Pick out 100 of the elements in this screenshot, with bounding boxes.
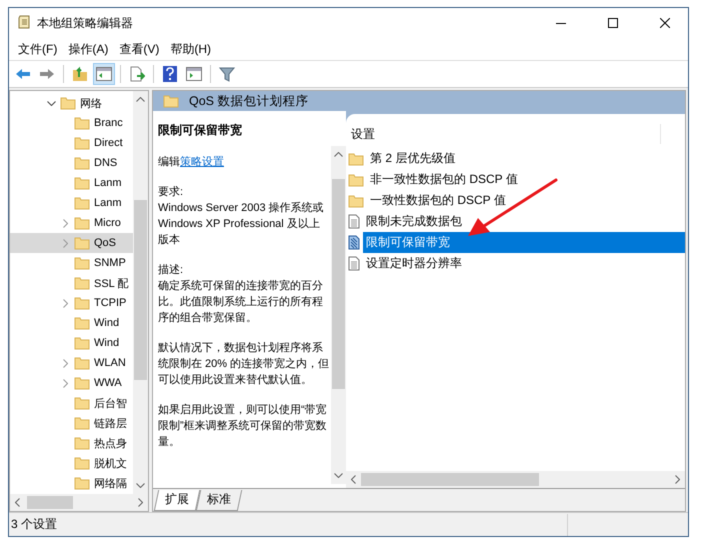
description-text: 默认情况下，数据包计划程序将系统限制在 20% 的连接带宽之内，但可以使用此设置来替代默认值。 (158, 340, 330, 388)
setting-item[interactable]: 限制未完成数据包 (363, 211, 685, 232)
tree-item[interactable]: 网络隔 (10, 473, 133, 493)
tree-item[interactable]: Direct (10, 133, 133, 153)
scroll-up-icon[interactable] (334, 152, 343, 157)
column-header[interactable]: 设置 (349, 124, 661, 144)
folder-icon (74, 356, 90, 370)
folder-icon (60, 96, 76, 110)
tree-item[interactable]: Branc (10, 113, 133, 133)
folder-icon (74, 476, 90, 490)
description-text: 描述: (158, 263, 184, 278)
scroll-left-icon[interactable] (351, 475, 356, 484)
show-tree-button[interactable] (93, 63, 115, 85)
folder-icon (74, 396, 90, 410)
menu-item[interactable]: 帮助(H) (165, 40, 217, 58)
window-title: 本地组策略编辑器 (37, 14, 134, 32)
description-text: 如果启用此设置，则可以使用“带宽限制”框来调整系统可保留的带宽数量。 (158, 402, 328, 450)
tree-item[interactable]: Wind (10, 313, 133, 333)
folder-icon (74, 416, 90, 430)
collapse-chevron-icon[interactable] (62, 378, 68, 388)
tree-item[interactable]: QoS (10, 233, 133, 253)
collapse-chevron-icon[interactable] (62, 298, 68, 308)
tree-item[interactable]: 链路层 (10, 413, 133, 433)
scroll-icon (17, 15, 31, 31)
menu-item[interactable]: 查看(V) (114, 40, 166, 58)
status-text: 3 个设置 (11, 516, 58, 533)
tree-item[interactable]: 脱机文 (10, 453, 133, 473)
pane-icon (96, 67, 112, 81)
folder-icon (74, 276, 90, 290)
setting-item[interactable]: 限制可保留带宽 (363, 232, 685, 253)
folder-icon (74, 236, 90, 250)
description-text: 确定系统可保留的连接带宽的百分比。此值限制系统上运行的所有程序的组合带宽保留。 (158, 278, 324, 326)
tree-item[interactable]: 后台智 (10, 393, 133, 413)
setting-item[interactable]: 设置定时器分辨率 (363, 253, 685, 274)
scrollbar-thumb[interactable] (134, 200, 147, 380)
tree-item[interactable]: Lanm (10, 173, 133, 193)
tree-item[interactable]: Wind (10, 333, 133, 353)
pane-icon (186, 67, 202, 81)
collapse-chevron-icon[interactable] (62, 358, 68, 368)
setting-item[interactable]: 第 2 层优先级值 (367, 148, 685, 169)
close-icon (660, 18, 670, 28)
tab[interactable]: 标准 (196, 490, 242, 511)
folder-icon (74, 436, 90, 450)
folder-icon (348, 152, 364, 166)
scroll-left-icon[interactable] (15, 498, 20, 507)
folder-icon (74, 176, 90, 190)
description-text: 要求: (158, 185, 184, 200)
menu-item[interactable]: 文件(F) (13, 40, 64, 58)
folder-up-icon (72, 66, 88, 82)
folder-icon (163, 94, 179, 108)
folder-icon (74, 196, 90, 210)
folder-icon (348, 172, 364, 186)
setting-item[interactable]: 一致性数据包的 DSCP 值 (367, 190, 685, 211)
tree-item[interactable]: Lanm (10, 193, 133, 213)
tree-item[interactable]: TCPIP (10, 293, 133, 313)
expand-chevron-icon[interactable] (46, 100, 56, 106)
scroll-right-icon[interactable] (138, 498, 143, 507)
tree-item[interactable]: WLAN (10, 353, 133, 373)
scroll-right-icon[interactable] (675, 475, 680, 484)
collapse-chevron-icon[interactable] (62, 218, 68, 228)
scroll-down-icon[interactable] (136, 483, 145, 488)
folder-icon (74, 216, 90, 230)
folder-icon (74, 376, 90, 390)
tree-item[interactable]: DNS (10, 153, 133, 173)
folder-icon (74, 256, 90, 270)
menu-item[interactable]: 操作(A) (63, 40, 114, 58)
forward-arrow-icon (39, 68, 55, 80)
tab[interactable]: 扩展 (154, 490, 200, 511)
tree-item[interactable]: SNMP (10, 253, 133, 273)
scroll-up-icon[interactable] (136, 97, 145, 102)
folder-icon (74, 296, 90, 310)
folder-icon (74, 316, 90, 330)
document-icon (348, 235, 360, 250)
setting-title: 限制可保留带宽 (158, 122, 243, 138)
folder-icon (74, 136, 90, 150)
policy-settings-link[interactable]: 策略设置 (180, 156, 224, 168)
folder-icon (348, 194, 364, 208)
tree-item[interactable]: 热点身 (10, 433, 133, 453)
tree-item[interactable]: Micro (10, 213, 133, 233)
scrollbar-thumb[interactable] (361, 473, 539, 486)
tree-item[interactable]: WWA (10, 373, 133, 393)
folder-icon (74, 456, 90, 470)
help-icon (163, 66, 177, 82)
export-icon (129, 66, 145, 82)
back-arrow-icon (15, 68, 31, 80)
folder-icon (74, 156, 90, 170)
scrollbar-thumb[interactable] (332, 179, 345, 389)
maximize-icon (608, 18, 618, 28)
pane-title: QoS 数据包计划程序 (189, 92, 308, 110)
scrollbar-thumb[interactable] (27, 496, 73, 509)
filter-icon (219, 66, 235, 82)
scroll-down-icon[interactable] (334, 473, 343, 478)
edit-label: 编辑 (158, 156, 180, 168)
folder-icon (74, 336, 90, 350)
minimize-icon (556, 22, 566, 24)
tree-item[interactable]: SSL 配 (10, 273, 133, 293)
tree-item[interactable]: 网络 (10, 93, 133, 113)
folder-icon (74, 116, 90, 130)
setting-item[interactable]: 非一致性数据包的 DSCP 值 (367, 169, 685, 190)
description-text: Windows Server 2003 操作系统或 Windows XP Professional 及以上版本 (158, 200, 325, 248)
